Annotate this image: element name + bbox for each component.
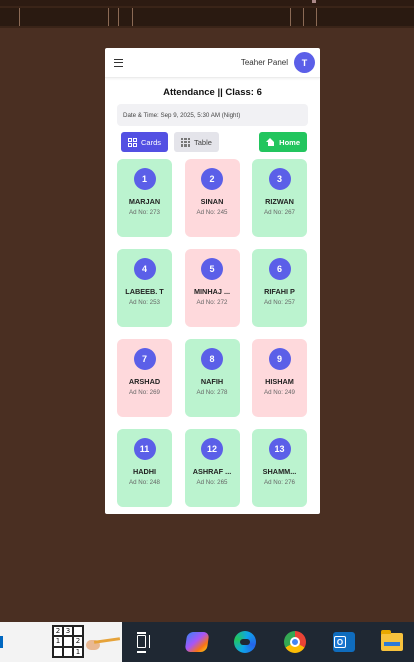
student-card[interactable]: 13 SHAMM... Ad No: 276 xyxy=(252,429,307,507)
student-card[interactable]: 2 SINAN Ad No: 245 xyxy=(184,159,240,237)
student-cards-grid: 1 MARJAN Ad No: 273 2 SINAN Ad No: 245 3 RIZW… xyxy=(117,159,320,507)
roll-number-badge: 9 xyxy=(268,348,291,370)
admission-number: Ad No: 272 xyxy=(196,299,228,306)
admission-number: Ad No: 276 xyxy=(264,479,295,486)
toolbar-strip xyxy=(0,8,414,26)
table-view-button[interactable]: Table xyxy=(174,132,219,152)
mobile-app-frame: Teaher Panel T Attendance || Class: 6 Da… xyxy=(105,48,320,514)
home-button-label: Home xyxy=(279,137,300,147)
outlook-icon[interactable]: O xyxy=(332,630,356,654)
student-name: SHAMM... xyxy=(262,467,297,476)
roll-number-badge: 7 xyxy=(133,348,156,370)
admission-number: Ad No: 273 xyxy=(129,209,160,216)
top-window-strip xyxy=(0,0,414,28)
roll-number-badge: 1 xyxy=(133,168,156,190)
sudoku-cell xyxy=(53,646,63,657)
student-name: RIZWAN xyxy=(265,197,294,206)
student-card[interactable]: 6 RIFAHI P Ad No: 257 xyxy=(252,249,307,327)
roll-number-badge: 3 xyxy=(268,168,291,190)
panel-label: Teaher Panel xyxy=(240,58,288,67)
admission-number: Ad No: 249 xyxy=(264,389,295,396)
roll-number-badge: 12 xyxy=(201,438,223,460)
admission-number: Ad No: 248 xyxy=(129,479,160,486)
student-name: SINAN xyxy=(200,197,224,206)
table-icon xyxy=(181,137,190,147)
roll-number-badge: 8 xyxy=(201,348,223,370)
home-button[interactable]: Home xyxy=(259,132,307,152)
chrome-icon[interactable] xyxy=(283,630,307,654)
student-name: HISHAM xyxy=(265,377,294,386)
view-controls: Cards Table Home xyxy=(121,132,307,152)
student-name: MARJAN xyxy=(128,197,161,206)
admission-number: Ad No: 253 xyxy=(129,299,160,306)
roll-number-badge: 4 xyxy=(133,258,156,280)
sudoku-cell: 2 xyxy=(53,626,63,637)
admission-number: Ad No: 267 xyxy=(264,209,295,216)
top-bar xyxy=(0,0,414,6)
admission-number: Ad No: 265 xyxy=(196,479,228,486)
sudoku-cell: 1 xyxy=(53,636,63,647)
pencil-hand-icon xyxy=(86,634,121,650)
datetime-display: Date & Time: Sep 9, 2025, 5:30 AM (Night… xyxy=(117,104,308,126)
roll-number-badge: 6 xyxy=(268,258,291,280)
student-card[interactable]: 4 LABEEB. T Ad No: 253 xyxy=(117,249,172,327)
edge-icon[interactable] xyxy=(233,630,257,654)
student-card[interactable]: 3 RIZWAN Ad No: 267 xyxy=(252,159,307,237)
student-card[interactable]: 12 ASHRAF ... Ad No: 265 xyxy=(184,429,240,507)
sudoku-cell: 2 xyxy=(73,636,83,647)
file-explorer-icon[interactable] xyxy=(380,630,404,654)
strip-divider xyxy=(19,8,20,26)
admission-number: Ad No: 269 xyxy=(129,389,160,396)
student-name: RIFAHI P xyxy=(264,287,295,296)
strip-mark xyxy=(312,0,316,3)
sudoku-cell xyxy=(63,636,73,647)
sudoku-widget-icon[interactable]: 2 3 1 2 1 xyxy=(52,625,84,658)
taskbar-widget-area[interactable]: 2 3 1 2 1 xyxy=(0,622,122,662)
sudoku-cell: 3 xyxy=(63,626,73,637)
student-name: ARSHAD xyxy=(128,377,161,386)
strip-divider xyxy=(108,8,109,26)
roll-number-badge: 2 xyxy=(201,168,223,190)
user-avatar[interactable]: T xyxy=(294,52,315,73)
strip-divider xyxy=(290,8,291,26)
roll-number-badge: 13 xyxy=(268,438,291,460)
student-card[interactable]: 7 ARSHAD Ad No: 269 xyxy=(117,339,172,417)
student-name: MINHAJ ... xyxy=(193,287,231,296)
student-card[interactable]: 1 MARJAN Ad No: 273 xyxy=(117,159,172,237)
task-view-icon[interactable] xyxy=(134,630,158,654)
sudoku-cell xyxy=(63,646,73,657)
strip-divider xyxy=(132,8,133,26)
admission-number: Ad No: 257 xyxy=(264,299,295,306)
student-name: HADHI xyxy=(132,467,157,476)
strip-divider xyxy=(118,8,119,26)
grid-icon xyxy=(128,137,137,147)
student-card[interactable]: 11 HADHI Ad No: 248 xyxy=(117,429,172,507)
student-name: LABEEB. T xyxy=(125,287,164,296)
student-card[interactable]: 9 HISHAM Ad No: 249 xyxy=(252,339,307,417)
student-name: NAFIH xyxy=(200,377,224,386)
taskbar: 2 3 1 2 1 O xyxy=(0,622,414,662)
admission-number: Ad No: 245 xyxy=(196,209,228,216)
cards-button-label: Cards xyxy=(141,137,162,147)
cards-view-button[interactable]: Cards xyxy=(121,132,169,152)
sudoku-cell: 1 xyxy=(73,646,83,657)
copilot-icon[interactable] xyxy=(184,630,210,654)
admission-number: Ad No: 278 xyxy=(196,389,228,396)
sudoku-cell xyxy=(73,626,83,637)
student-card[interactable]: 5 MINHAJ ... Ad No: 272 xyxy=(184,249,240,327)
student-card[interactable]: 8 NAFIH Ad No: 278 xyxy=(184,339,240,417)
table-button-label: Table xyxy=(194,137,212,147)
outlook-letter: O xyxy=(334,636,346,648)
student-name: ASHRAF ... xyxy=(192,467,232,476)
home-icon xyxy=(266,138,275,146)
strip-divider xyxy=(303,8,304,26)
strip-divider xyxy=(316,8,317,26)
page-title: Attendance || Class: 6 xyxy=(163,87,262,98)
roll-number-badge: 11 xyxy=(133,438,156,460)
header-user-area: Teaher Panel T xyxy=(241,52,315,73)
widget-fragment xyxy=(0,636,3,648)
hamburger-menu-icon[interactable] xyxy=(114,58,123,67)
app-header: Teaher Panel T xyxy=(105,48,320,78)
roll-number-badge: 5 xyxy=(201,258,223,280)
